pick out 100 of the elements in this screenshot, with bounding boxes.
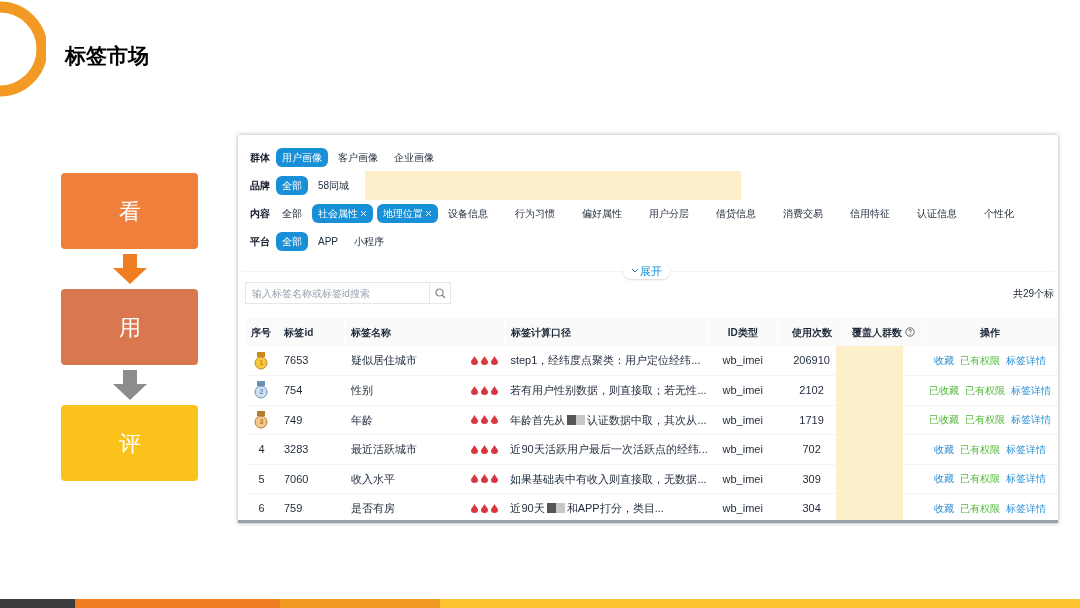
favorite-link[interactable]: 收藏 [934,473,954,485]
permission-link[interactable]: 已有权限 [960,443,1000,455]
slide-title: 标签市场 [65,43,149,69]
table-cell-text: 年龄首先从 认证数据中取，其次从... [510,412,708,428]
filter-label: 内容 [250,206,270,221]
detail-link[interactable]: 标签详情 [1011,414,1051,426]
column-header: 标签名称 [344,318,505,346]
filter-chip[interactable]: 全部 [276,231,308,251]
filter-label: 群体 [250,150,270,165]
heat-drawing [471,356,499,365]
table-cell-text: 近90天活跃用户最后一次活跃点的经纬... [510,442,708,457]
column-header: 操作 [922,318,1058,346]
filter-chip[interactable]: 用户画像 [276,147,328,167]
down-arrow-icon [112,370,147,400]
table-cell: wb_imei [722,502,763,514]
close-icon[interactable] [425,209,432,217]
permission-link[interactable]: 已有权限 [960,355,1000,366]
detail-link[interactable]: 标签详情 [1006,473,1046,485]
table-cell: 749 [283,413,303,426]
filter-label: 品牌 [250,178,270,193]
flow-step: 评 [61,405,198,481]
table-cell: 4 [258,443,265,455]
flow-step: 看 [61,173,198,249]
search-button[interactable] [430,282,451,304]
favorite-link[interactable]: 收藏 [934,443,954,455]
filter-chip[interactable]: 用户分层 [643,203,706,223]
table-cell: 2102 [799,384,824,396]
down-arrow-icon [112,254,147,284]
heat-drawing [471,503,499,513]
heat-drawing [471,415,499,425]
table-cell: 3283 [283,443,309,455]
favorite-link[interactable]: 收藏 [934,355,954,366]
filter-chip[interactable]: 社会属性 [312,203,373,223]
permission-link[interactable]: 已有权限 [965,384,1005,396]
filter-label: 平台 [250,234,270,249]
redaction-mark [567,414,586,425]
table-cell: wb_imei [722,443,763,455]
table-cell: 7060 [283,472,309,485]
filter-chip[interactable]: 企业画像 [388,147,440,167]
table-cell-text: 性别 [350,383,373,398]
table-cell-text: 若有用户性别数据，则直接取；若无性... [510,383,708,398]
filter-chip[interactable]: 58同城 [312,175,356,195]
table-cell: wb_imei [722,354,763,367]
table-cell: 1719 [799,413,824,426]
chevron-icon [631,267,639,274]
total-count: 共29个标 [1012,286,1054,301]
filter-chip[interactable]: 个性化 [978,203,1041,223]
close-icon[interactable] [360,209,367,217]
table-cell-text: 疑似居住城市 [350,353,417,369]
table-cell-text: 年龄 [350,412,373,428]
table-cell: wb_imei [722,472,763,485]
expand-toggle[interactable]: 展开 [623,262,670,279]
detail-link[interactable]: 标签详情 [1006,443,1046,455]
detail-link[interactable]: 标签详情 [1006,355,1046,366]
help-icon[interactable] [905,326,916,337]
permission-link[interactable]: 已有权限 [965,414,1005,426]
favorite-link[interactable]: 已收藏 [929,384,959,396]
filter-chip[interactable]: 地理位置 [377,203,438,223]
table-cell-text: 近90天 和APP打分，类目... [510,501,665,516]
filter-chip[interactable]: 认证信息 [911,203,974,223]
detail-link[interactable]: 标签详情 [1006,502,1046,514]
permission-link[interactable]: 已有权限 [960,473,1000,485]
filter-chip[interactable]: 消费交易 [777,203,840,223]
flow-step: 用 [61,289,198,365]
filter-chip[interactable]: 小程序 [348,231,390,251]
favorite-link[interactable]: 已收藏 [929,414,959,426]
column-header: 序号 [245,318,278,346]
filter-chip[interactable]: 设备信息 [442,203,505,223]
table-cell: wb_imei [722,413,763,426]
table-cell-text: step1，经纬度点聚类：用户定位经纬... [510,353,702,369]
filter-chip[interactable]: 行为习惯 [509,203,572,223]
table-cell: 309 [802,472,821,485]
heat-drawing [471,385,499,395]
column-header: 标签计算口径 [504,318,708,346]
heat-drawing [471,474,499,484]
filter-chip[interactable]: 偏好属性 [576,203,639,223]
table-cell-text: 是否有房 [350,501,395,516]
favorite-link[interactable]: 收藏 [934,502,954,514]
table-cell: 7653 [283,354,309,367]
table-cell-text: 如果基础表中有收入则直接取，无数据... [510,471,708,487]
table-cell-text: 收入水平 [350,471,395,487]
table-cell: 754 [283,384,303,396]
filter-chip[interactable]: 客户画像 [332,147,384,167]
column-header: ID类型 [707,318,778,346]
column-header: 标签id [277,318,345,346]
filter-chip[interactable]: 全部 [276,203,308,223]
detail-link[interactable]: 标签详情 [1011,384,1051,396]
permission-link[interactable]: 已有权限 [960,502,1000,514]
search-field[interactable]: 输入标签名称或标签id搜索 [245,282,430,304]
table-cell: wb_imei [722,384,763,396]
table-cell: 759 [283,502,303,514]
table-cell-text: 最近活跃城市 [350,442,417,457]
table-cell: 5 [258,472,265,485]
table-cell: 206910 [793,354,830,367]
table-cell: 702 [802,443,821,455]
filter-chip[interactable]: 借贷信息 [710,203,773,223]
search-icon [434,287,446,299]
filter-chip[interactable]: 全部 [276,175,308,195]
filter-chip[interactable]: APP [312,231,344,251]
filter-chip[interactable]: 信用特征 [844,203,907,223]
